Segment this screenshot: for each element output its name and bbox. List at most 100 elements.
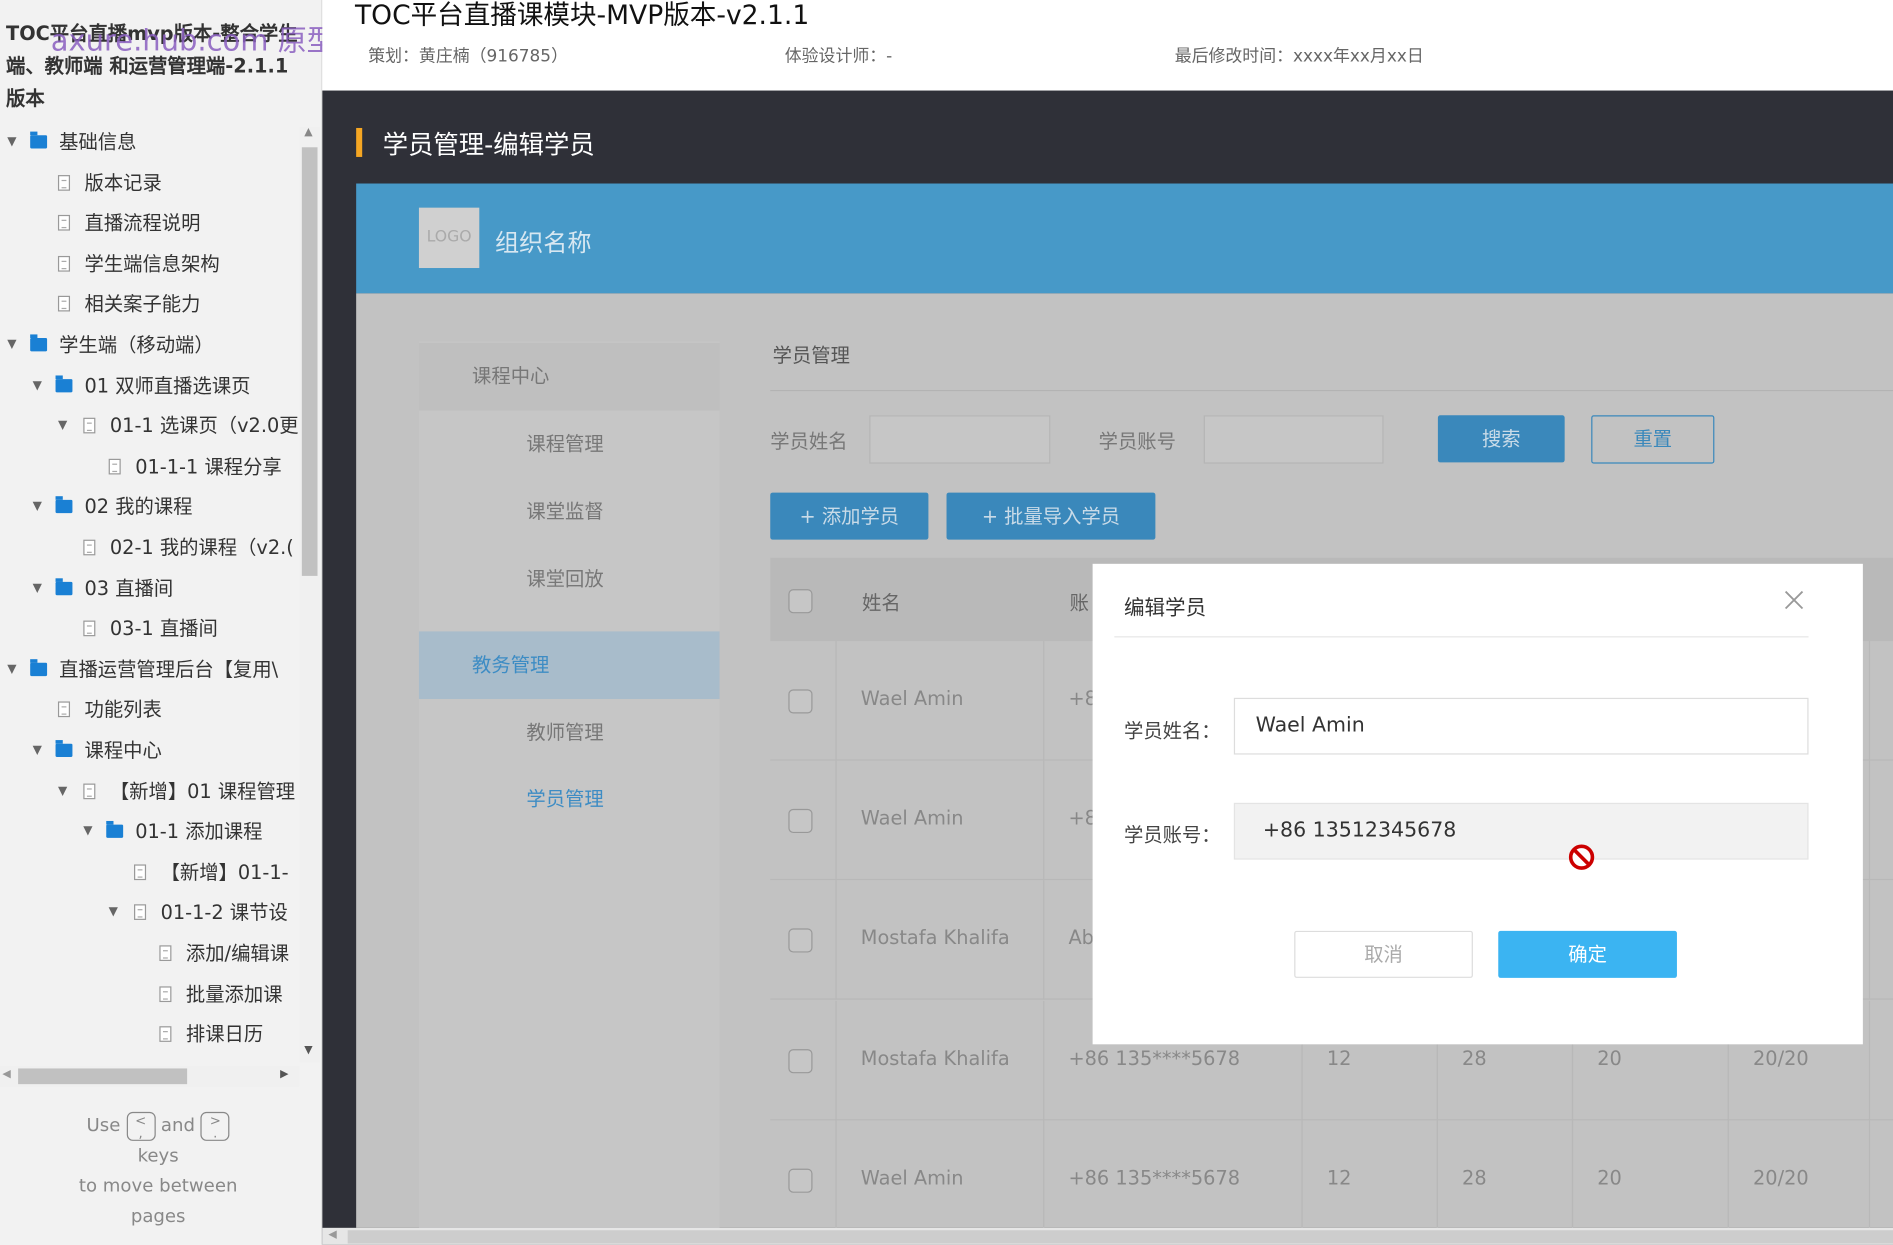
menu-item[interactable]: 课堂回放 (419, 546, 720, 614)
tree-item[interactable]: 学生端信息架构 (0, 244, 299, 284)
student-name-search-input[interactable] (869, 415, 1051, 464)
tree-item-label: 版本记录 (84, 170, 162, 194)
tree-item[interactable]: ▼ 01-1 选课页（v2.0更 (0, 406, 299, 446)
expand-arrow-icon[interactable]: ▼ (58, 771, 67, 811)
tree-item[interactable]: ▼ 01-1-2 课节设 (0, 893, 299, 933)
expand-arrow-icon[interactable]: ▼ (33, 487, 42, 527)
horizontal-scrollbar-thumb[interactable] (18, 1068, 188, 1085)
planner-info: 策划：黄庄楠（916785） (368, 47, 568, 67)
tree-item[interactable]: ▼ 课程中心 (0, 730, 299, 770)
tree-item[interactable]: ▼ 基础信息 (0, 122, 299, 162)
folder-icon (55, 740, 73, 757)
table-cell: Wael Amin (860, 1166, 964, 1189)
tree-item[interactable]: 批量添加课 (0, 974, 299, 1014)
table-cell: Ab (1068, 926, 1094, 950)
tree-item[interactable]: ▼ 01-1 添加课程 (0, 812, 299, 852)
table-cell: Mostafa Khalifa (860, 926, 1010, 950)
tree-item[interactable]: 直播流程说明 (0, 203, 299, 243)
expand-arrow-icon[interactable]: ▼ (33, 568, 42, 608)
help-text: keys (137, 1144, 179, 1167)
search-button[interactable]: 搜索 (1437, 415, 1565, 463)
folder-icon (30, 658, 48, 676)
menu-item[interactable]: 教务管理 (418, 631, 720, 700)
column-divider (1868, 1120, 1871, 1240)
row-checkbox[interactable] (788, 1168, 813, 1193)
tree-item[interactable]: 版本记录 (0, 162, 299, 202)
expand-arrow-icon[interactable]: ▼ (33, 730, 42, 770)
tree-item[interactable]: ▼ 学生端（移动端） (0, 325, 299, 365)
reset-button[interactable]: 重置 (1591, 415, 1715, 464)
sitemap-tree: ▼ 基础信息 版本记录 直播流程说明 学生端信息架构 相关案子能力 ▼ 学生端（移动端） ▼ 01… (0, 122, 299, 1064)
tree-item[interactable]: 01-1-1 课程分享 (0, 446, 299, 486)
tree-item[interactable]: ▼ 02 我的课程 (0, 487, 299, 527)
expand-arrow-icon[interactable]: ▼ (109, 893, 118, 933)
tree-item[interactable]: ▼ 直播运营管理后台【复用\ (0, 649, 299, 689)
menu-item[interactable]: 教师管理 (419, 699, 720, 767)
tree-item[interactable]: 03-1 直播间 (0, 609, 299, 649)
tree-item[interactable]: 02-1 我的课程（v2.( (0, 528, 299, 568)
column-divider (835, 1120, 837, 1240)
tree-item-label: 添加/编辑课 (185, 941, 290, 965)
vertical-scrollbar-thumb[interactable] (301, 147, 318, 576)
tree-item-label: 直播运营管理后台【复用\ (59, 657, 279, 681)
row-checkbox[interactable] (788, 1048, 813, 1073)
help-text: Use (86, 1114, 121, 1137)
expand-arrow-icon[interactable]: ▼ (58, 406, 67, 446)
page-icon (108, 458, 121, 475)
import-students-button[interactable]: + 批量导入学员 (946, 492, 1156, 540)
tree-item-label: 课程中心 (84, 738, 162, 762)
close-icon[interactable] (1782, 588, 1806, 612)
row-checkbox[interactable] (788, 809, 813, 834)
scroll-left-icon[interactable]: ◀ (2, 1068, 10, 1080)
modal-title: 编辑学员 (1123, 596, 1207, 621)
table-cell: 12 (1326, 1166, 1352, 1189)
tree-item[interactable]: 【新增】01-1- (0, 852, 299, 892)
tree-item-label: 01-1-2 课节设 (160, 901, 288, 925)
tree-item-label: 03 直播间 (84, 576, 174, 600)
student-account-input-disabled[interactable]: +86 13512345678 (1233, 802, 1809, 860)
expand-arrow-icon[interactable]: ▼ (83, 812, 92, 852)
tree-item[interactable]: ▼ 【新增】01 课程管理 (0, 771, 299, 811)
cancel-button[interactable]: 取消 (1294, 930, 1473, 978)
page-icon (83, 539, 96, 556)
add-student-button[interactable]: + 添加学员 (770, 492, 929, 540)
expand-arrow-icon[interactable]: ▼ (33, 365, 42, 405)
column-divider (1868, 760, 1871, 881)
tree-item[interactable]: 功能列表 (0, 690, 299, 730)
column-divider (1868, 1000, 1871, 1120)
column-divider (835, 641, 837, 761)
document-title: TOC平台直播课模块-MVP版本-v2.1.1 (354, 1, 810, 32)
column-header: 账 (1069, 591, 1090, 615)
student-name-input[interactable]: Wael Amin (1233, 697, 1809, 755)
tree-item[interactable]: 相关案子能力 (0, 284, 299, 324)
tree-item[interactable]: ▼ 01 双师直播选课页 (0, 365, 299, 405)
menu-item[interactable]: 学员管理 (419, 765, 720, 833)
tree-item[interactable]: 排课日历 (0, 1014, 299, 1054)
select-all-checkbox[interactable] (788, 589, 813, 614)
scroll-right-icon[interactable]: ▶ (280, 1068, 288, 1080)
menu-item[interactable]: 课程中心 (418, 342, 720, 411)
confirm-button[interactable]: 确定 (1498, 930, 1677, 978)
tree-item[interactable]: 添加/编辑课 (0, 933, 299, 973)
table-cell: Wael Amin (860, 686, 964, 710)
row-checkbox[interactable] (788, 928, 813, 954)
page-icon (134, 864, 147, 880)
logo: LOGO (418, 207, 480, 269)
expand-arrow-icon[interactable]: ▼ (7, 122, 16, 162)
student-name-label: 学员姓名 (770, 429, 848, 453)
menu-item[interactable]: 课堂监督 (419, 478, 720, 546)
expand-arrow-icon[interactable]: ▼ (7, 649, 16, 689)
scroll-left-icon[interactable]: ◀ (328, 1229, 336, 1241)
student-account-search-input[interactable] (1203, 415, 1384, 464)
page-icon (83, 417, 96, 434)
scroll-up-icon[interactable]: ▲ (304, 127, 312, 139)
menu-item[interactable]: 课程管理 (419, 410, 720, 478)
tree-item[interactable]: ▼ 03 直播间 (0, 568, 299, 608)
page-icon (57, 215, 71, 231)
scroll-down-icon[interactable]: ▼ (304, 1044, 312, 1056)
row-checkbox[interactable] (788, 689, 813, 714)
canvas-scrollbar-thumb[interactable] (347, 1230, 1893, 1244)
expand-arrow-icon[interactable]: ▼ (7, 325, 16, 365)
table-cell: Mostafa Khalifa (860, 1046, 1010, 1070)
column-divider (1043, 760, 1045, 881)
